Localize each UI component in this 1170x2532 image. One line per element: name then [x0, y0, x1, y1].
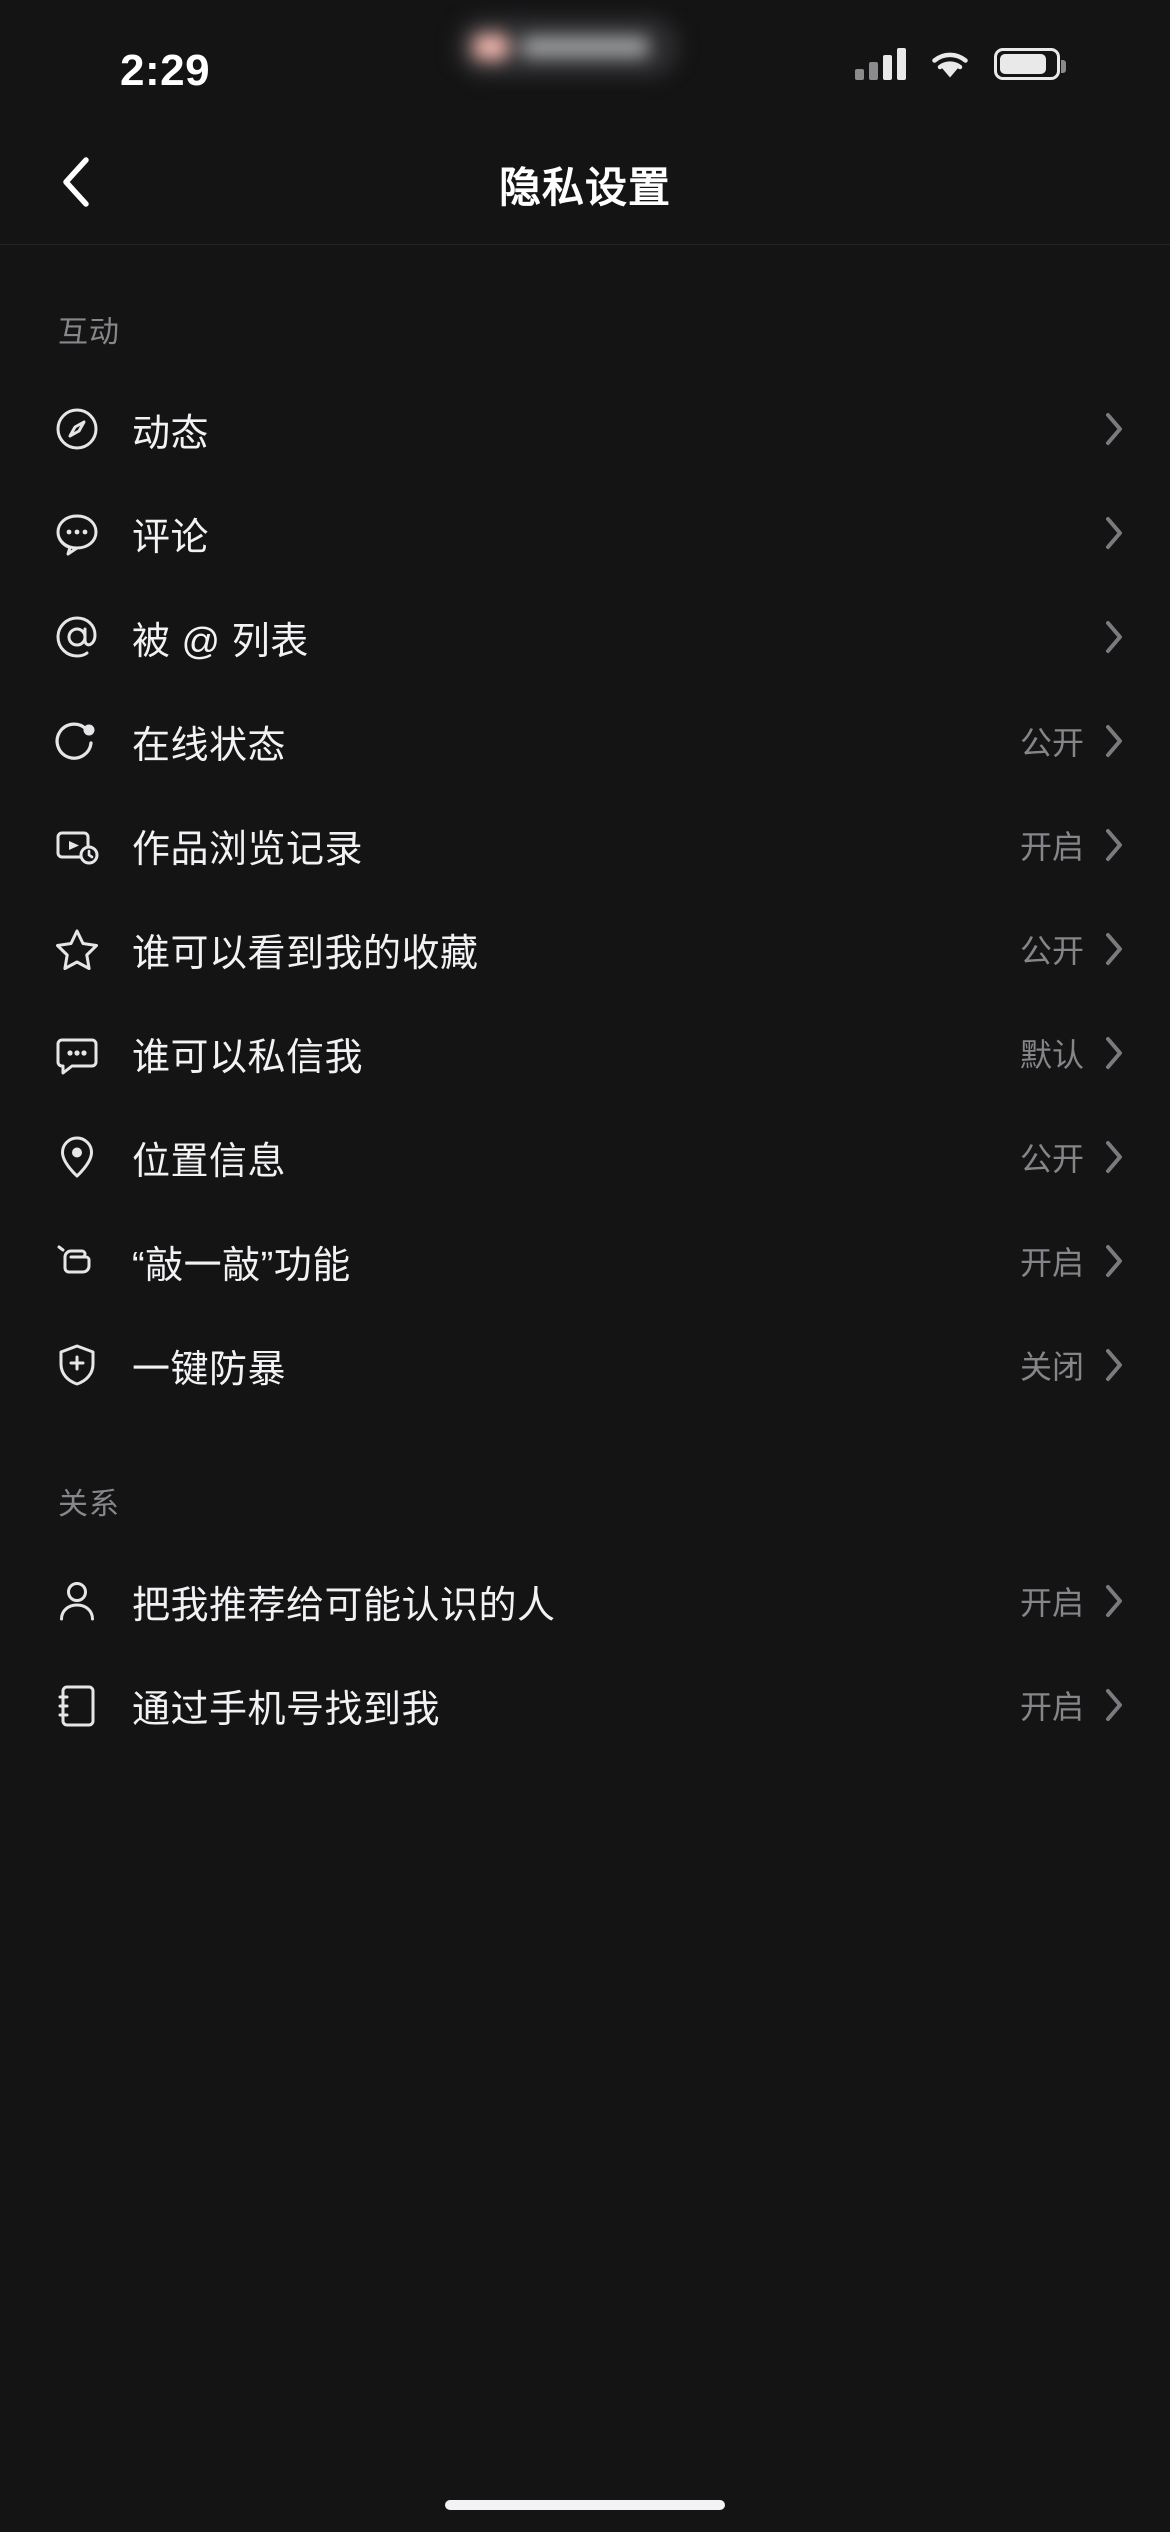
phone-book-icon — [44, 1681, 110, 1729]
settings-row-find-by-phone[interactable]: 通过手机号找到我 开启 — [0, 1653, 1170, 1757]
location-pin-icon — [44, 1133, 110, 1181]
settings-row-label: 被 @ 列表 — [132, 620, 309, 663]
comment-icon — [44, 509, 110, 557]
back-button[interactable] — [34, 124, 118, 244]
settings-row-value: 开启 — [1019, 1689, 1084, 1725]
settings-row-label: 作品浏览记录 — [132, 828, 364, 871]
online-status-icon — [44, 717, 110, 765]
chevron-right-icon — [1102, 723, 1126, 759]
settings-row-value: 开启 — [1019, 1585, 1084, 1621]
settings-row-label: 评论 — [132, 516, 210, 559]
chevron-right-icon — [1102, 1347, 1126, 1383]
settings-row-online-status[interactable]: 在线状态 公开 — [0, 689, 1170, 793]
settings-row-anti-abuse[interactable]: 一键防暴 关闭 — [0, 1313, 1170, 1417]
at-sign-icon — [44, 613, 110, 661]
home-indicator — [445, 2500, 725, 2510]
section-header-interaction: 互动 — [58, 316, 120, 349]
settings-row-value: 默认 — [1019, 1037, 1084, 1073]
video-history-icon — [44, 821, 110, 869]
settings-row-label: 谁可以看到我的收藏 — [132, 932, 479, 975]
settings-row-label: 动态 — [132, 412, 210, 455]
chevron-right-icon — [1102, 827, 1126, 863]
settings-row-watch-history[interactable]: 作品浏览记录 开启 — [0, 793, 1170, 897]
settings-row-value: 关闭 — [1019, 1349, 1084, 1385]
chevron-right-icon — [1102, 411, 1126, 447]
knock-icon — [44, 1237, 110, 1285]
chevron-right-icon — [1102, 1139, 1126, 1175]
cellular-signal-icon — [855, 48, 906, 80]
message-icon — [44, 1029, 110, 1077]
chevron-right-icon — [1102, 931, 1126, 967]
status-bar: 2:29 — [0, 0, 1170, 124]
section-header-relationship: 关系 — [58, 1488, 120, 1521]
app-screen: 2:29 隐私设置 互动 动态 评论 被 @ 列表 在线状态 公开 作品浏览记录… — [0, 0, 1170, 2532]
star-icon — [44, 925, 110, 973]
settings-row-value: 开启 — [1019, 829, 1084, 865]
settings-row-moments[interactable]: 动态 — [0, 377, 1170, 481]
chevron-right-icon — [1102, 1243, 1126, 1279]
settings-row-value: 公开 — [1019, 933, 1084, 969]
settings-row-label: 通过手机号找到我 — [132, 1688, 441, 1731]
settings-row-recommend-me[interactable]: 把我推荐给可能认识的人 开启 — [0, 1549, 1170, 1653]
status-icons — [855, 44, 1066, 84]
wifi-icon — [928, 48, 972, 80]
settings-row-mention-list[interactable]: 被 @ 列表 — [0, 585, 1170, 689]
settings-row-label: “敲一敲”功能 — [132, 1244, 351, 1287]
status-time: 2:29 — [120, 46, 211, 95]
compass-icon — [44, 405, 110, 453]
settings-row-value: 公开 — [1019, 1141, 1084, 1177]
settings-row-label: 一键防暴 — [132, 1348, 287, 1391]
chevron-right-icon — [1102, 1035, 1126, 1071]
settings-list[interactable]: 互动 动态 评论 被 @ 列表 在线状态 公开 作品浏览记录 开启 谁可以看到我… — [0, 245, 1170, 2532]
settings-row-comments[interactable]: 评论 — [0, 481, 1170, 585]
settings-row-location[interactable]: 位置信息 公开 — [0, 1105, 1170, 1209]
settings-row-label: 把我推荐给可能认识的人 — [132, 1584, 556, 1627]
chevron-right-icon — [1102, 1583, 1126, 1619]
settings-row-label: 谁可以私信我 — [132, 1036, 364, 1079]
page-title: 隐私设置 — [498, 163, 671, 211]
person-icon — [44, 1577, 110, 1625]
settings-row-value: 公开 — [1019, 725, 1084, 761]
settings-row-label: 在线状态 — [132, 724, 287, 767]
chevron-right-icon — [1102, 619, 1126, 655]
battery-icon — [994, 48, 1066, 80]
navigation-bar: 隐私设置 — [0, 124, 1170, 245]
settings-row-label: 位置信息 — [132, 1140, 287, 1183]
shield-plus-icon — [44, 1341, 110, 1389]
settings-row-favorites-visibility[interactable]: 谁可以看到我的收藏 公开 — [0, 897, 1170, 1001]
chevron-right-icon — [1102, 515, 1126, 551]
chevron-right-icon — [1102, 1687, 1126, 1723]
settings-row-knock-feature[interactable]: “敲一敲”功能 开启 — [0, 1209, 1170, 1313]
dynamic-island-blurred-content — [455, 16, 680, 78]
settings-row-direct-message[interactable]: 谁可以私信我 默认 — [0, 1001, 1170, 1105]
settings-row-value: 开启 — [1019, 1245, 1084, 1281]
back-chevron-icon — [59, 154, 93, 215]
